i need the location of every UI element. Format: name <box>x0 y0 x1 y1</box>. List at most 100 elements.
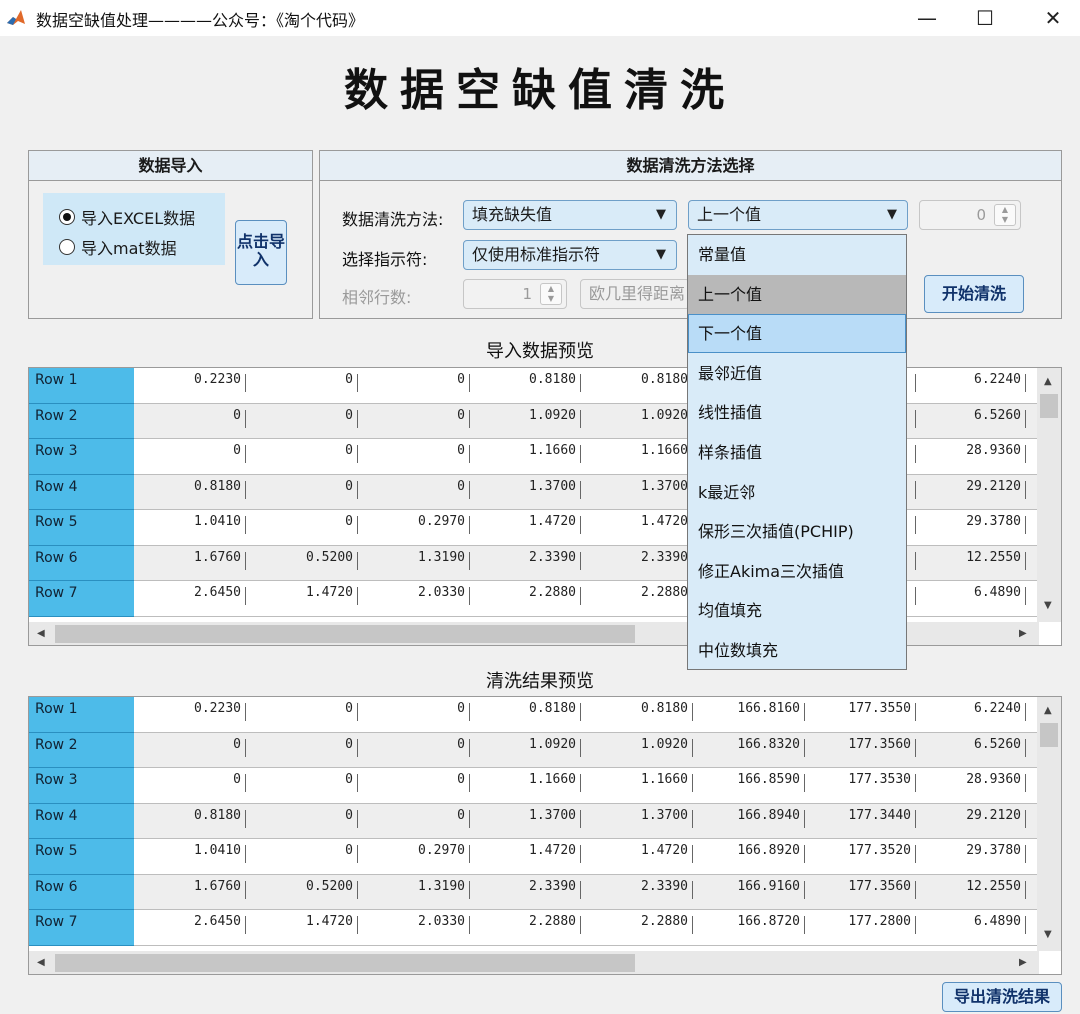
scroll-up-icon[interactable]: ▲ <box>1044 705 1052 716</box>
table-cell[interactable]: 1.1660 <box>581 768 693 804</box>
table-cell[interactable]: 1.0920 <box>470 404 581 440</box>
spinner-arrows-icon[interactable]: ▲ ▼ <box>540 283 562 305</box>
constant-value-spinner[interactable]: 0 ▲ ▼ <box>919 200 1021 230</box>
dropdown-option[interactable]: 保形三次插值(PCHIP) <box>688 512 906 551</box>
row-header[interactable]: Row 4 <box>29 474 134 510</box>
table-cell[interactable]: 0 <box>358 368 470 404</box>
row-header[interactable]: Row 4 <box>29 803 134 839</box>
fill-method-select[interactable]: 上一个值 ▼ <box>688 200 908 230</box>
table-cell[interactable]: 0 <box>246 804 358 840</box>
table-row[interactable]: Row 4 0.8180 0 0 1.3700 1.3700 166.8940 177.344… <box>29 803 1039 840</box>
table-cell[interactable]: 1.4720 <box>470 839 581 875</box>
scroll-right-icon[interactable]: ▶ <box>1019 628 1027 639</box>
table-cell[interactable]: 1.4720 <box>581 510 693 546</box>
table-cell[interactable]: 0 <box>134 768 246 804</box>
table-cell[interactable]: 0 <box>246 439 358 475</box>
table-cell[interactable]: 1.1660 <box>470 439 581 475</box>
table-row[interactable]: Row 6 1.6760 0.5200 1.3190 2.3390 2.3390 166.9… <box>29 874 1039 911</box>
row-header[interactable]: Row 5 <box>29 510 134 546</box>
scroll-thumb[interactable] <box>1040 723 1058 747</box>
dropdown-option[interactable]: 线性插值 <box>688 393 906 432</box>
table-cell[interactable]: 0.2230 <box>134 697 246 733</box>
scroll-thumb[interactable] <box>55 625 635 643</box>
table-row[interactable]: Row 1 0.2230 0 0 0.8180 0.8180 166.8160 177.355… <box>29 697 1039 733</box>
table-cell[interactable]: 177.2800 <box>805 910 916 946</box>
table-cell[interactable]: 12.2550 <box>916 546 1026 582</box>
table-cell[interactable]: 1.0410 <box>134 839 246 875</box>
table-cell[interactable]: 0.2970 <box>358 839 470 875</box>
table-cell[interactable]: 0 <box>246 697 358 733</box>
table-cell[interactable]: 29.2120 <box>916 804 1026 840</box>
table-cell[interactable]: 1.3190 <box>358 875 470 911</box>
maximize-button[interactable]: ☐ <box>962 0 1008 36</box>
import-button[interactable]: 点击导入 <box>235 220 287 285</box>
table-cell[interactable]: 0 <box>358 404 470 440</box>
table-cell[interactable]: 0 <box>134 404 246 440</box>
scroll-thumb[interactable] <box>1040 394 1058 418</box>
row-header[interactable]: Row 7 <box>29 910 134 946</box>
table-cell[interactable]: 0.8180 <box>470 368 581 404</box>
row-header[interactable]: Row 7 <box>29 581 134 617</box>
table-cell[interactable]: 0.8180 <box>470 697 581 733</box>
result-horizontal-scrollbar[interactable]: ◀ ▶ <box>29 951 1039 974</box>
table-cell[interactable]: 2.3390 <box>470 875 581 911</box>
row-header[interactable]: Row 3 <box>29 768 134 804</box>
table-cell[interactable]: 0 <box>358 439 470 475</box>
table-cell[interactable]: 0.2970 <box>358 510 470 546</box>
result-table[interactable]: Row 7 2.6450 1.4720 2.0330 2.2880 2.2880 166.8… <box>28 696 1062 975</box>
row-header[interactable]: Row 2 <box>29 403 134 439</box>
table-cell[interactable]: 166.8940 <box>693 804 805 840</box>
table-cell[interactable]: 1.3700 <box>470 804 581 840</box>
table-cell[interactable]: 1.4720 <box>246 910 358 946</box>
table-cell[interactable]: 1.0410 <box>134 510 246 546</box>
minimize-button[interactable]: — <box>904 0 950 36</box>
table-cell[interactable]: 2.0330 <box>358 581 470 617</box>
result-vertical-scrollbar[interactable]: ▲ ▼ <box>1037 697 1061 951</box>
table-cell[interactable]: 1.3190 <box>358 546 470 582</box>
scroll-left-icon[interactable]: ◀ <box>37 957 45 968</box>
table-cell[interactable]: 0.5200 <box>246 875 358 911</box>
table-cell[interactable]: 2.6450 <box>134 910 246 946</box>
table-cell[interactable]: 177.3560 <box>805 875 916 911</box>
table-cell[interactable]: 2.3390 <box>581 546 693 582</box>
dropdown-option[interactable]: 最邻近值 <box>688 354 906 393</box>
table-cell[interactable]: 0.8180 <box>134 475 246 511</box>
table-cell[interactable]: 6.5260 <box>916 733 1026 769</box>
table-cell[interactable]: 2.2880 <box>581 910 693 946</box>
row-header[interactable]: Row 2 <box>29 732 134 768</box>
table-cell[interactable]: 2.3390 <box>581 875 693 911</box>
spinner-arrows-icon[interactable]: ▲ ▼ <box>994 204 1016 226</box>
scroll-down-icon[interactable]: ▼ <box>1044 600 1052 611</box>
table-row[interactable]: Row 3 0 0 0 1.1660 1.1660 166.8590 177.3530 28.9… <box>29 768 1039 804</box>
table-cell[interactable]: 0 <box>358 475 470 511</box>
table-cell[interactable]: 177.3520 <box>805 839 916 875</box>
table-cell[interactable]: 1.4720 <box>470 510 581 546</box>
table-cell[interactable]: 1.1660 <box>470 768 581 804</box>
table-cell[interactable]: 0 <box>246 404 358 440</box>
table-cell[interactable]: 2.2880 <box>470 581 581 617</box>
table-cell[interactable]: 1.6760 <box>134 546 246 582</box>
radio-import-mat[interactable]: 导入mat数据 <box>59 235 177 259</box>
table-cell[interactable]: 1.3700 <box>581 804 693 840</box>
table-cell[interactable]: 2.2880 <box>581 581 693 617</box>
table-cell[interactable]: 0.8180 <box>581 368 693 404</box>
dropdown-option[interactable]: 上一个值 <box>688 274 906 314</box>
table-cell[interactable]: 166.8720 <box>693 910 805 946</box>
table-cell[interactable]: 177.3550 <box>805 697 916 733</box>
method-select[interactable]: 填充缺失值 ▼ <box>463 200 677 230</box>
table-cell[interactable]: 0 <box>134 439 246 475</box>
table-row[interactable]: Row 2 0 0 0 1.0920 1.0920 166.8320 177.3560 6.52… <box>29 732 1039 769</box>
table-cell[interactable]: 0.5200 <box>246 546 358 582</box>
table-cell[interactable]: 0 <box>246 733 358 769</box>
table-cell[interactable]: 28.9360 <box>916 768 1026 804</box>
dropdown-option[interactable]: 样条插值 <box>688 433 906 472</box>
dropdown-option[interactable]: 常量值 <box>688 235 906 274</box>
scroll-up-icon[interactable]: ▲ <box>1044 376 1052 387</box>
row-header[interactable]: Row 6 <box>29 545 134 581</box>
fill-method-dropdown-list[interactable]: 常量值 上一个值 下一个值 最邻近值 线性插值 样条插值 k最近邻 保形三次插值(PCHIP)… <box>687 234 907 670</box>
scroll-thumb[interactable] <box>55 954 635 972</box>
row-header[interactable]: Row 1 <box>29 697 134 733</box>
table-cell[interactable]: 6.5260 <box>916 404 1026 440</box>
table-cell[interactable]: 177.3530 <box>805 768 916 804</box>
table-cell[interactable]: 1.0920 <box>581 733 693 769</box>
